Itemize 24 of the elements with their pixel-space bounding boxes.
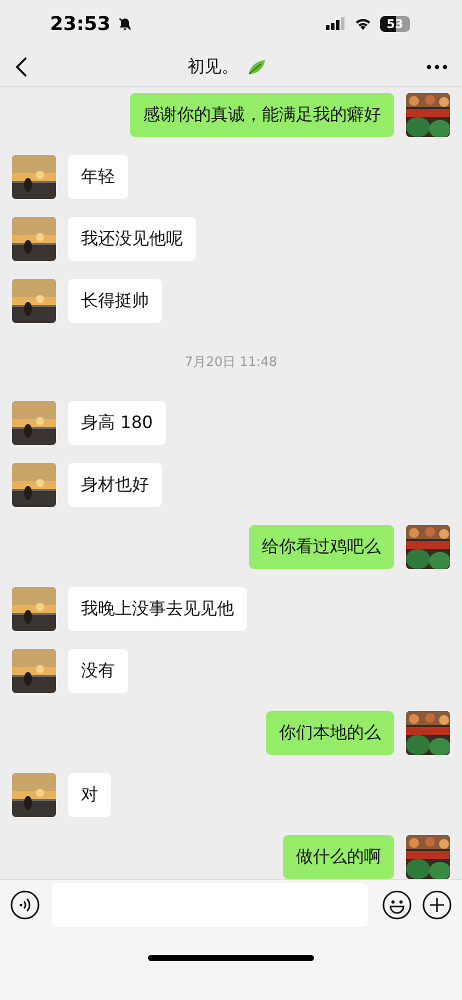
message-bubble: 对 [68, 773, 111, 818]
voice-icon[interactable] [10, 890, 40, 920]
emoji-icon[interactable] [382, 890, 412, 920]
chat-title: 初见。 [188, 56, 238, 78]
timestamp: 7月20日 11:48 [184, 354, 278, 372]
signal-icon [326, 17, 346, 30]
message-bubble: 身材也好 [68, 463, 162, 508]
message-bubble: 长得挺帅 [68, 279, 162, 324]
message-bubble: 没有 [68, 649, 128, 694]
muted-bell-icon [118, 16, 132, 31]
message-bubble: 你们本地的么 [266, 711, 394, 756]
back-icon[interactable] [14, 56, 28, 78]
message-bubble: 感谢你的真诚，能满足我的癖好 [130, 93, 394, 138]
more-icon[interactable] [426, 64, 448, 70]
message-bubble: 年轻 [68, 155, 128, 200]
status-time: 23:53 [50, 12, 110, 35]
wifi-icon [354, 17, 372, 30]
message-bubble: 做什么的啊 [283, 835, 394, 880]
message-bubble: 给你看过鸡吧么 [249, 525, 394, 570]
add-icon[interactable] [422, 890, 452, 920]
message-bubble: 身高 180 [68, 401, 166, 446]
leaf-icon [246, 58, 266, 76]
message-bubble: 我晚上没事去见见他 [68, 587, 247, 632]
message-bubble: 我还没见他呢 [68, 217, 196, 262]
